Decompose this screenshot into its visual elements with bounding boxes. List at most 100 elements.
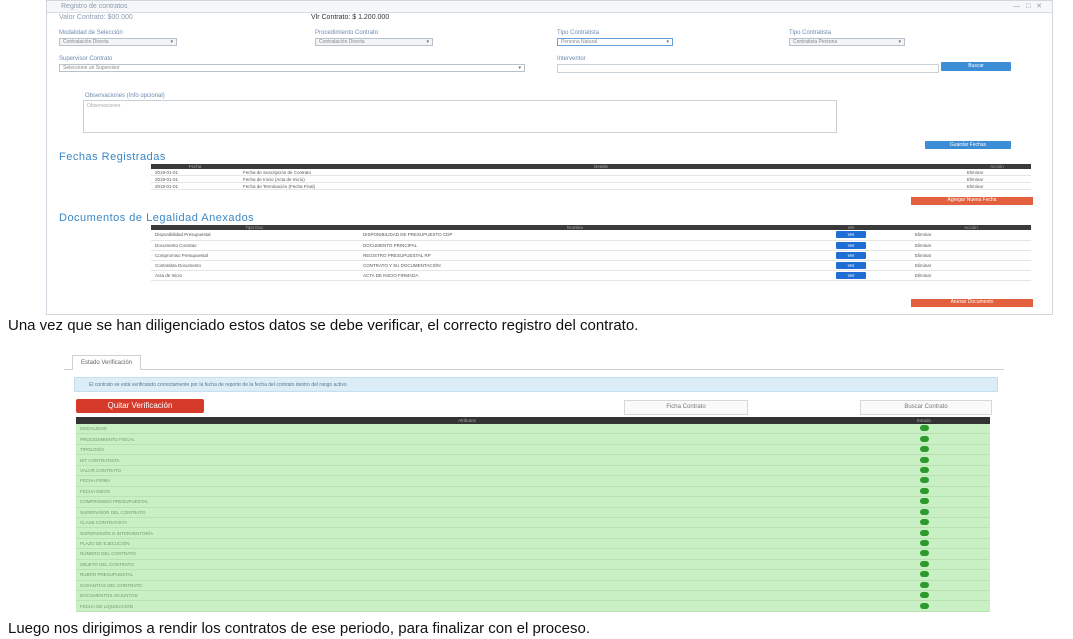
table-cell: Ver (791, 240, 911, 251)
table-row: DOCUMENTOS ADJUNTOS (76, 590, 990, 602)
documentos-table: Tipo Doc. Nombre Ver Acción Disponibilid… (151, 225, 1031, 281)
ver-button[interactable]: Ver (836, 231, 866, 239)
delete-link[interactable]: Eliminar (911, 230, 1031, 241)
table-row: OBJETO DEL CONTRATO (76, 559, 990, 571)
field-label: Tipo Contratista (789, 30, 832, 36)
check-ok-icon (919, 581, 929, 588)
select-value: Contratación Directa (63, 39, 109, 45)
column-header: Estado (858, 417, 990, 424)
attribute-name: COMPROMISO PRESUPUESTAL (76, 496, 858, 508)
ver-button[interactable]: Ver (836, 271, 866, 279)
ver-button[interactable]: Ver (836, 241, 866, 249)
documentos-section-title: Documentos de Legalidad Anexados (59, 212, 255, 224)
supervisor-label: Supervisor Contrato (59, 56, 113, 62)
select-value: Persona Natural (561, 39, 598, 45)
attribute-name: MODALIDAD (76, 424, 858, 435)
textarea-placeholder: Observaciones (87, 103, 121, 109)
buscar-contrato-button[interactable]: Buscar Contrato (860, 400, 992, 415)
status-cell (858, 507, 990, 518)
attribute-name: OBJETO DEL CONTRATO (76, 559, 858, 571)
instruction-paragraph-1: Una vez que se han diligenciado estos da… (8, 317, 639, 334)
verification-screenshot: Estado Verificación El contrato se está … (64, 355, 1004, 617)
delete-link[interactable]: Eliminar (911, 270, 1031, 281)
delete-link[interactable]: Eliminar (963, 175, 1031, 183)
table-row: TIPOLOGÍA (76, 444, 990, 456)
table-cell: Ver (791, 250, 911, 261)
delete-link[interactable]: Eliminar (911, 260, 1031, 271)
delete-link[interactable]: Eliminar (963, 182, 1031, 190)
check-ok-icon (919, 571, 929, 578)
select-value: Contratación Directa (319, 39, 365, 45)
status-cell (858, 475, 990, 487)
table-row: 2019-01-01 Fecha de Terminación (Fecha Fi… (151, 182, 1031, 190)
attribute-name: FECHA INICIO (76, 486, 858, 498)
table-row: Acta de Inicio ACTA DE INICIO FIRMADA Ver E… (151, 270, 1031, 281)
check-ok-icon (919, 550, 929, 557)
tab-estado-verificacion[interactable]: Estado Verificación (72, 355, 142, 370)
table-row: Contratista Documento CONTRATO Y SU DOCUM… (151, 260, 1031, 271)
table-cell: Acta de Inicio (151, 270, 359, 281)
check-ok-icon (919, 425, 929, 432)
status-cell (858, 600, 990, 612)
table-row: FECHA DE LIQUIDACIÓN (76, 600, 990, 612)
table-cell: ACTA DE INICIO FIRMADA (359, 270, 791, 281)
attribute-name: VALOR CONTRATO (76, 465, 858, 477)
verification-table: Atributos Estado MODALIDAD PROCEDIMIENTO … (76, 417, 990, 612)
delete-link[interactable]: Eliminar (911, 250, 1031, 261)
status-cell (858, 424, 990, 435)
check-ok-icon (919, 508, 929, 515)
status-cell (858, 559, 990, 571)
check-ok-icon (919, 560, 929, 567)
valor-total: Vlr Contrato: $ 1.200.000 (311, 14, 390, 21)
status-cell (858, 486, 990, 498)
table-cell: REGISTRO PRESUPUESTAL RP (359, 250, 791, 261)
instruction-paragraph-2: Luego nos dirigimos a rendir los contrat… (8, 620, 590, 637)
attribute-name: NIT CONTRATISTA (76, 454, 858, 466)
attribute-name: NÚMERO DEL CONTRATO (76, 548, 858, 560)
supervisor-select[interactable]: Seleccione un Supervisor ▾ (59, 64, 525, 72)
buscar-interventor-button[interactable]: Buscar (941, 62, 1011, 71)
procedimiento-select[interactable]: Contratación Directa ▾ (315, 38, 433, 46)
verification-alert: El contrato se está verificando correcta… (74, 377, 998, 392)
delete-link[interactable]: Eliminar (911, 240, 1031, 251)
ver-button[interactable]: Ver (836, 251, 866, 259)
ficha-contrato-button[interactable]: Ficha Contrato (624, 400, 748, 415)
check-ok-icon (919, 498, 929, 505)
table-cell: Fecha de Inicio (Acta de Inicio) (239, 175, 963, 183)
status-cell (858, 517, 990, 529)
chevron-down-icon: ▾ (170, 39, 173, 45)
chevron-down-icon: ▾ (426, 39, 429, 45)
agregar-fecha-button[interactable]: Agregar Nueva Fecha (911, 197, 1033, 205)
tipo-contratista-2-select[interactable]: Contratista Persona ▾ (789, 38, 905, 46)
fechas-section-title: Fechas Registradas (59, 151, 166, 163)
tipo-contratista-select[interactable]: Persona Natural ▾ (557, 38, 673, 46)
attribute-name: PLAZO DE EJECUCIÓN (76, 538, 858, 550)
modalidad-select[interactable]: Contratación Directa ▾ (59, 38, 177, 46)
anexar-documento-button[interactable]: Anexar Documento (911, 299, 1033, 307)
table-row: RUBRO PRESUPUESTAL (76, 569, 990, 581)
guardar-fechas-button[interactable]: Guardar Fechas (925, 141, 1011, 149)
check-ok-icon (919, 487, 929, 494)
quitar-verificacion-button[interactable]: Quitar Verificación (76, 399, 204, 413)
table-cell: Documento Contrato (151, 240, 359, 251)
field-label: Tipo Contratista (557, 30, 600, 36)
interventor-input[interactable] (557, 64, 939, 73)
window-controls-icon[interactable]: — □ ✕ (1013, 2, 1044, 10)
observaciones-textarea[interactable]: Observaciones (83, 100, 837, 133)
table-cell: Ver (791, 260, 911, 271)
table-row: VALOR CONTRATO (76, 465, 990, 477)
table-row: NIT CONTRATISTA (76, 454, 990, 466)
attribute-name: FECHA DE LIQUIDACIÓN (76, 600, 858, 612)
attribute-name: FECHA FIRMA (76, 475, 858, 487)
table-cell: CONTRATO Y SU DOCUMENTACIÓN (359, 260, 791, 271)
chevron-down-icon: ▾ (898, 39, 901, 45)
ver-button[interactable]: Ver (836, 261, 866, 269)
table-cell: DISPONIBILIDAD DE PRESUPUESTO CDP (359, 230, 791, 241)
table-row: FECHA FIRMA (76, 475, 990, 487)
column-header: Atributos (76, 417, 858, 424)
check-ok-icon (919, 592, 929, 599)
check-ok-icon (919, 602, 929, 609)
table-cell: Ver (791, 270, 911, 281)
chevron-down-icon: ▾ (666, 39, 669, 45)
status-cell (858, 496, 990, 508)
